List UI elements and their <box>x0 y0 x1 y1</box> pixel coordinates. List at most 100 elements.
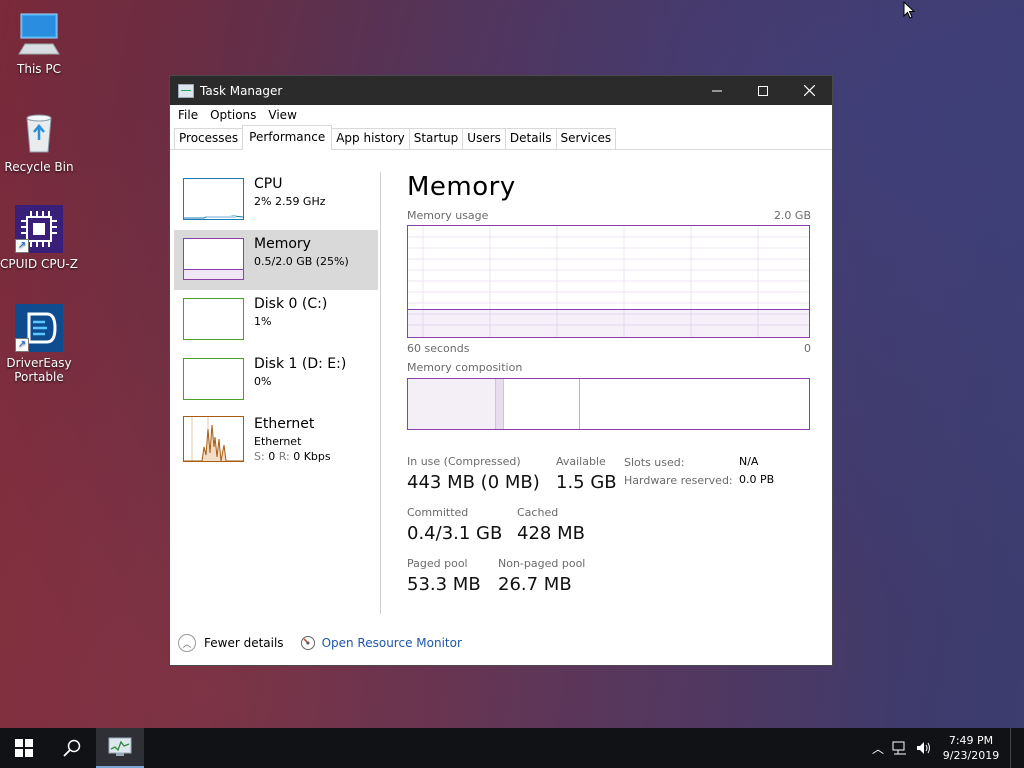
memory-usage-max: 2.0 GB <box>773 209 811 222</box>
memory-usage-label: Memory usage <box>407 209 489 222</box>
tab-services[interactable]: Services <box>555 128 617 149</box>
open-resource-monitor-link[interactable]: Open Resource Monitor <box>322 636 462 650</box>
stat-label: Hardware reserved: <box>624 474 733 487</box>
menu-view[interactable]: View <box>262 108 302 122</box>
stat-label: Committed <box>407 506 469 519</box>
stat-hwres-value: 0.0 PB <box>739 473 775 486</box>
task-manager-icon <box>178 83 194 98</box>
composition-modified <box>496 379 505 429</box>
memory-composition-label: Memory composition <box>407 361 523 374</box>
stat-label: Slots used: <box>624 456 685 469</box>
composition-standby <box>504 379 581 429</box>
show-desktop-button[interactable] <box>1010 728 1024 768</box>
resource-memory[interactable]: Memory 0.5/2.0 GB (25%) <box>174 230 378 290</box>
stat-value: 428 MB <box>517 523 585 544</box>
desktop-icon-drivereasy[interactable]: ↗ DriverEasy Portable <box>0 304 78 384</box>
shortcut-arrow-icon: ↗ <box>15 239 29 253</box>
desktop-icon-label: CPUID CPU-Z <box>0 257 78 271</box>
footer: ︿ Fewer details Open Resource Monitor <box>178 634 462 652</box>
panel-divider <box>380 172 381 614</box>
close-button[interactable] <box>786 76 832 105</box>
taskbar-clock[interactable]: 7:49 PM 9/23/2019 <box>936 733 1006 763</box>
composition-in-use <box>408 379 497 429</box>
stat-value: 443 MB (0 MB) <box>407 472 540 493</box>
tab-startup[interactable]: Startup <box>408 128 464 149</box>
ethernet-graph-line <box>184 417 243 462</box>
resource-disk0[interactable]: Disk 0 (C:) 1% <box>174 290 378 350</box>
minimize-button[interactable] <box>694 76 740 105</box>
resource-name: Ethernet <box>254 416 315 432</box>
memory-mini-fill <box>184 269 243 279</box>
memory-usage-fill <box>408 309 809 337</box>
stat-committed: Committed 0.4/3.1 GB <box>407 506 502 544</box>
tab-strip: Processes Performance App history Startu… <box>170 125 832 150</box>
resource-list: CPU 2% 2.59 GHz Memory 0.5/2.0 GB (25%) … <box>174 170 378 620</box>
resource-detail: 0% <box>254 375 272 388</box>
maximize-button[interactable] <box>740 76 786 105</box>
clock-time: 7:49 PM <box>948 734 994 747</box>
desktop-icon-cpu-z[interactable]: ↗ CPUID CPU-Z <box>0 205 78 271</box>
memory-composition-bar <box>407 378 810 430</box>
stat-cached: Cached 428 MB <box>517 506 585 544</box>
resource-detail: Ethernet <box>254 435 302 448</box>
resource-ethernet[interactable]: Ethernet Ethernet S: 0 R: 0 Kbps <box>174 410 378 482</box>
desktop-icon-label: This PC <box>17 62 61 76</box>
stat-value: 26.7 MB <box>498 574 572 595</box>
menu-options[interactable]: Options <box>204 108 262 122</box>
volume-icon[interactable] <box>912 741 936 755</box>
drivereasy-icon: ↗ <box>15 304 63 352</box>
send-label: S: <box>254 450 265 463</box>
send-value: 0 <box>268 450 276 463</box>
fewer-details-link[interactable]: Fewer details <box>204 636 284 650</box>
resource-detail: 1% <box>254 315 272 328</box>
chevron-up-icon[interactable]: ︿ <box>868 740 888 757</box>
maximize-icon <box>758 85 768 96</box>
desktop-icon-this-pc[interactable]: This PC <box>0 10 78 76</box>
memory-mini-graph <box>183 238 244 280</box>
disk1-mini-graph <box>183 358 244 400</box>
system-tray: ︿ 7:49 PM 9/23/2019 <box>868 728 1024 768</box>
title-bar[interactable]: Task Manager <box>170 76 832 105</box>
cpu-z-icon: ↗ <box>15 205 63 253</box>
desktop-icon-label: Portable <box>14 370 64 384</box>
memory-usage-graph <box>407 225 810 338</box>
resource-monitor-icon <box>300 635 316 651</box>
shortcut-arrow-icon: ↗ <box>15 338 29 352</box>
tab-users[interactable]: Users <box>462 128 506 149</box>
stat-label: Cached <box>517 506 559 519</box>
cpu-mini-graph <box>183 178 244 220</box>
cpu-graph-line <box>184 215 244 219</box>
resource-name: CPU <box>254 176 283 192</box>
stat-label: Available <box>556 455 606 468</box>
tab-details[interactable]: Details <box>504 128 557 149</box>
desktop-icon-recycle-bin[interactable]: Recycle Bin <box>0 108 78 174</box>
taskbar-task-manager[interactable] <box>96 728 144 768</box>
resource-name: Memory <box>254 236 311 252</box>
ethernet-mini-graph <box>183 416 244 462</box>
tab-performance[interactable]: Performance <box>242 125 333 150</box>
tab-app-history[interactable]: App history <box>331 128 410 149</box>
resource-cpu[interactable]: CPU 2% 2.59 GHz <box>174 170 378 230</box>
stat-value: 0.4/3.1 GB <box>407 523 503 544</box>
stat-non-paged-pool: Non-paged pool 26.7 MB <box>498 557 585 595</box>
search-button[interactable] <box>48 728 96 768</box>
menu-file[interactable]: File <box>172 108 204 122</box>
receive-value: 0 Kbps <box>293 450 331 463</box>
resource-name: Disk 1 (D: E:) <box>254 356 347 372</box>
resource-name: Disk 0 (C:) <box>254 296 328 312</box>
ethernet-throughput: S: 0 R: 0 Kbps <box>254 450 331 463</box>
graph-time-right: 0 <box>804 342 811 355</box>
start-button[interactable] <box>0 728 48 768</box>
search-icon <box>63 739 81 757</box>
tab-processes[interactable]: Processes <box>174 128 244 149</box>
desktop-icon-label: DriverEasy <box>6 356 72 370</box>
recycle-bin-icon <box>15 108 63 156</box>
desktop-icon-label: Recycle Bin <box>4 160 74 174</box>
resource-disk1[interactable]: Disk 1 (D: E:) 0% <box>174 350 378 410</box>
stat-label: Paged pool <box>407 557 468 570</box>
stat-label: Non-paged pool <box>498 557 586 570</box>
stat-slots-used: Slots used: <box>624 455 684 469</box>
network-icon[interactable] <box>888 741 912 755</box>
chevron-up-icon[interactable]: ︿ <box>178 634 196 652</box>
disk0-mini-graph <box>183 298 244 340</box>
